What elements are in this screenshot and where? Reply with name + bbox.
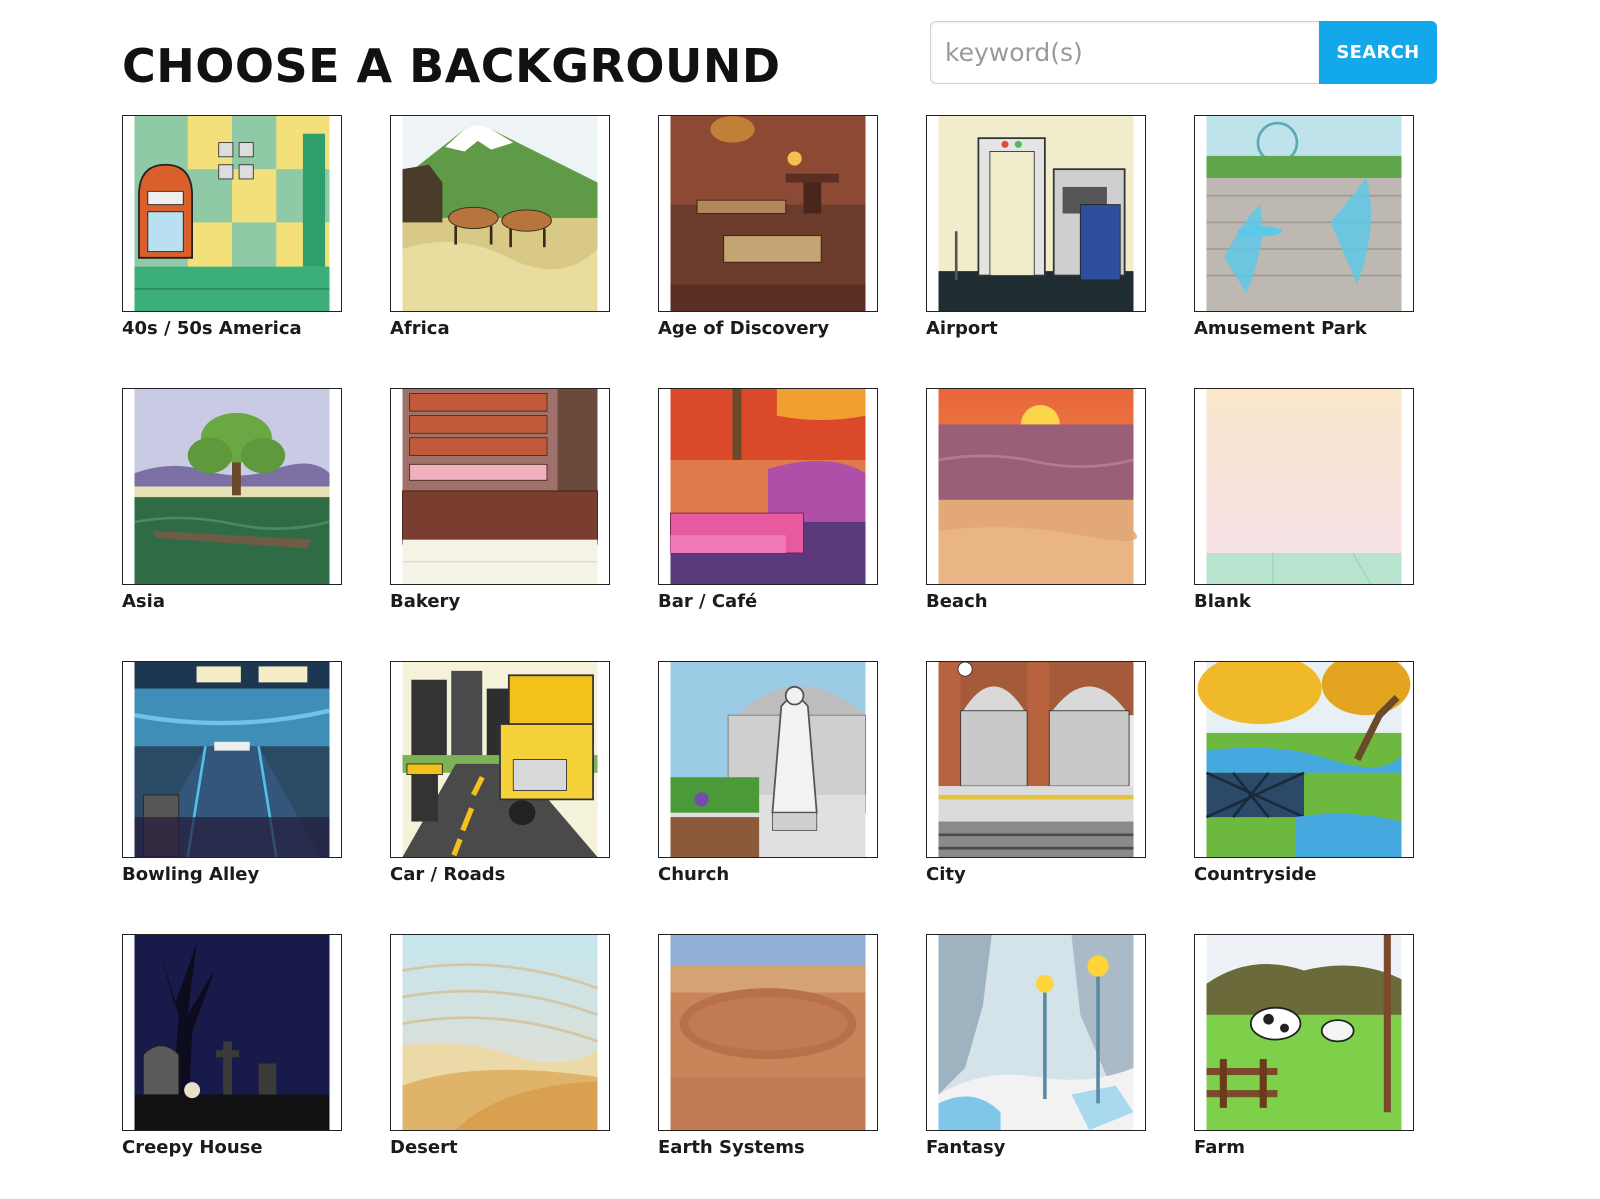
truck-road-thumbnail[interactable] — [390, 661, 610, 858]
background-label: Farm — [1194, 1137, 1246, 1158]
search-bar: SEARCH — [930, 21, 1437, 84]
background-tile[interactable]: Fantasy — [926, 934, 1146, 1158]
bar-stage-thumbnail[interactable] — [658, 388, 878, 585]
background-label: City — [926, 864, 966, 885]
background-tile[interactable]: Beach — [926, 388, 1146, 612]
savanna-antelope-thumbnail[interactable] — [390, 115, 610, 312]
sunset-beach-thumbnail[interactable] — [926, 388, 1146, 585]
background-label: Car / Roads — [390, 864, 506, 885]
background-tile[interactable]: Blank — [1194, 388, 1414, 612]
background-tile[interactable]: Age of Discovery — [658, 115, 878, 339]
background-grid: 40s / 50s America Africa Age of Discover… — [122, 115, 1414, 1158]
jukebox-room-thumbnail[interactable] — [122, 115, 342, 312]
background-label: Fantasy — [926, 1137, 1006, 1158]
graveyard-night-thumbnail[interactable] — [122, 934, 342, 1131]
background-label: Asia — [122, 591, 165, 612]
church-statue-thumbnail[interactable] — [658, 661, 878, 858]
background-label: Airport — [926, 318, 998, 339]
background-tile[interactable]: Earth Systems — [658, 934, 878, 1158]
background-label: Age of Discovery — [658, 318, 830, 339]
background-tile[interactable]: Asia — [122, 388, 342, 612]
background-label: Blank — [1194, 591, 1251, 612]
background-label: Bowling Alley — [122, 864, 260, 885]
background-label: Amusement Park — [1194, 318, 1367, 339]
ice-cave-lamps-thumbnail[interactable] — [926, 934, 1146, 1131]
background-label: Creepy House — [122, 1137, 263, 1158]
background-tile[interactable]: Bowling Alley — [122, 661, 342, 885]
background-label: 40s / 50s America — [122, 318, 302, 339]
background-label: Countryside — [1194, 864, 1317, 885]
background-label: Bar / Café — [658, 591, 758, 612]
background-label: Desert — [390, 1137, 458, 1158]
bakery-shelves-thumbnail[interactable] — [390, 388, 610, 585]
background-tile[interactable]: Africa — [390, 115, 610, 339]
blank-room-thumbnail[interactable] — [1194, 388, 1414, 585]
bowling-lanes-thumbnail[interactable] — [122, 661, 342, 858]
page-title: CHOOSE A BACKGROUND — [122, 39, 781, 93]
background-tile[interactable]: Church — [658, 661, 878, 885]
background-tile[interactable]: Farm — [1194, 934, 1414, 1158]
background-label: Bakery — [390, 591, 461, 612]
background-tile[interactable]: 40s / 50s America — [122, 115, 342, 339]
background-label: Africa — [390, 318, 450, 339]
airport-security-thumbnail[interactable] — [926, 115, 1146, 312]
background-tile[interactable]: Amusement Park — [1194, 115, 1414, 339]
earth-layers-thumbnail[interactable] — [658, 934, 878, 1131]
background-tile[interactable]: City — [926, 661, 1146, 885]
search-button[interactable]: SEARCH — [1319, 21, 1437, 84]
amusement-park-thumbnail[interactable] — [1194, 115, 1414, 312]
city-station-thumbnail[interactable] — [926, 661, 1146, 858]
background-label: Earth Systems — [658, 1137, 805, 1158]
background-label: Beach — [926, 591, 988, 612]
background-label: Church — [658, 864, 730, 885]
background-tile[interactable]: Bakery — [390, 388, 610, 612]
willow-river-thumbnail[interactable] — [122, 388, 342, 585]
countryside-bridge-thumbnail[interactable] — [1194, 661, 1414, 858]
background-tile[interactable]: Airport — [926, 115, 1146, 339]
search-input[interactable] — [930, 21, 1319, 84]
background-tile[interactable]: Car / Roads — [390, 661, 610, 885]
background-tile[interactable]: Bar / Café — [658, 388, 878, 612]
background-tile[interactable]: Desert — [390, 934, 610, 1158]
background-tile[interactable]: Creepy House — [122, 934, 342, 1158]
background-tile[interactable]: Countryside — [1194, 661, 1414, 885]
sand-dunes-thumbnail[interactable] — [390, 934, 610, 1131]
farm-cow-thumbnail[interactable] — [1194, 934, 1414, 1131]
ship-cabin-thumbnail[interactable] — [658, 115, 878, 312]
